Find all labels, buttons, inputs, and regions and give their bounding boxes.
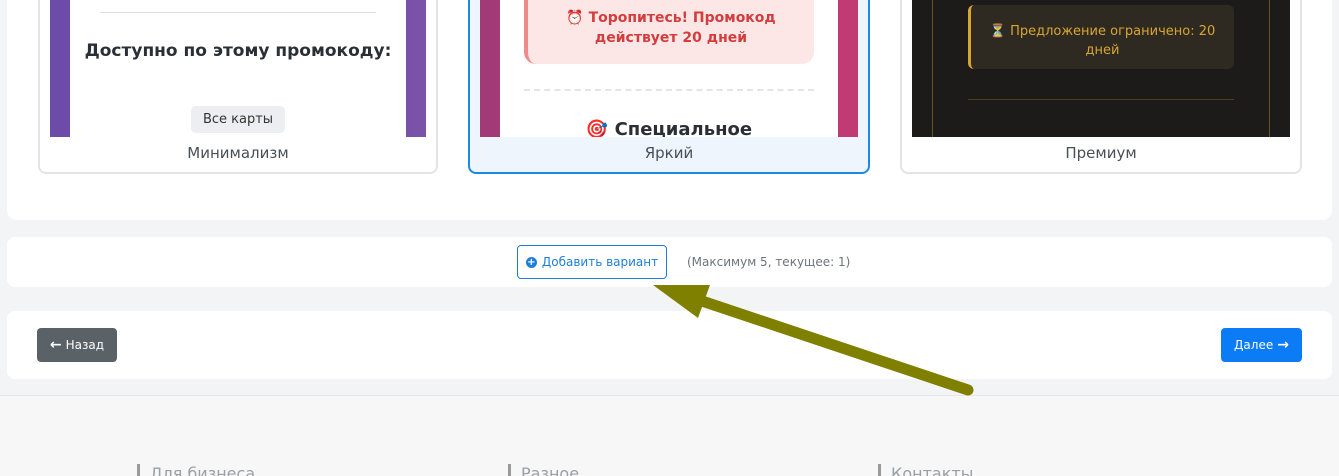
divider <box>524 89 814 91</box>
template-card-premium[interactable]: ⏳ Предложение ограничено: 20 дней Премиу… <box>900 0 1302 174</box>
add-variant-panel: + Добавить вариант (Максимум 5, текущее:… <box>7 237 1332 287</box>
template-caption: Яркий <box>644 144 694 162</box>
navigation-panel: ← Назад Далее → <box>7 311 1332 379</box>
back-button[interactable]: ← Назад <box>37 328 117 362</box>
next-label: Далее <box>1234 338 1274 352</box>
template-preview: ⏰ Торопитесь! Промокод действует 20 дней… <box>480 0 858 137</box>
plus-circle-icon: + <box>525 256 537 268</box>
template-preview: Доступно по этому промокоду: Все карты <box>50 0 426 137</box>
target-icon: 🎯 <box>585 119 609 137</box>
template-preview: ⏳ Предложение ограничено: 20 дней <box>912 0 1290 137</box>
alarm-clock-icon: ⏰ <box>566 10 584 26</box>
hourglass-icon: ⏳ <box>989 24 1006 39</box>
divider <box>100 12 376 13</box>
page-footer: Для бизнеса Разное Контакты <box>0 395 1339 476</box>
template-caption: Премиум <box>1065 144 1137 162</box>
back-label: Назад <box>65 338 105 352</box>
preview-chip: Все карты <box>190 106 286 133</box>
add-variant-button[interactable]: + Добавить вариант <box>517 245 667 279</box>
divider <box>968 99 1234 100</box>
variant-limit-hint: (Максимум 5, текущее: 1) <box>687 255 851 269</box>
preview-heading: Специальное <box>614 119 753 137</box>
template-card-bright[interactable]: ⏰ Торопитесь! Промокод действует 20 дней… <box>468 0 870 174</box>
preview-heading: Доступно по этому промокоду: <box>84 41 392 61</box>
arrow-right-icon: → <box>1277 337 1289 353</box>
footer-heading-contacts: Контакты <box>878 464 973 476</box>
add-variant-label: Добавить вариант <box>541 255 659 269</box>
preview-offer-text: Предложение ограничено: 20 дней <box>1010 24 1216 58</box>
footer-heading-business: Для бизнеса <box>137 464 255 476</box>
template-caption: Минимализм <box>187 144 289 162</box>
preview-alert: ⏰ Торопитесь! Промокод действует 20 дней <box>524 0 814 64</box>
preview-offer: ⏳ Предложение ограничено: 20 дней <box>968 5 1234 69</box>
arrow-left-icon: ← <box>49 337 62 353</box>
next-button[interactable]: Далее → <box>1221 328 1302 362</box>
footer-heading-misc: Разное <box>508 464 579 476</box>
preview-alert-text: Торопитесь! Промокод действует 20 дней <box>588 10 776 46</box>
template-card-minimalism[interactable]: Доступно по этому промокоду: Все карты М… <box>38 0 438 174</box>
